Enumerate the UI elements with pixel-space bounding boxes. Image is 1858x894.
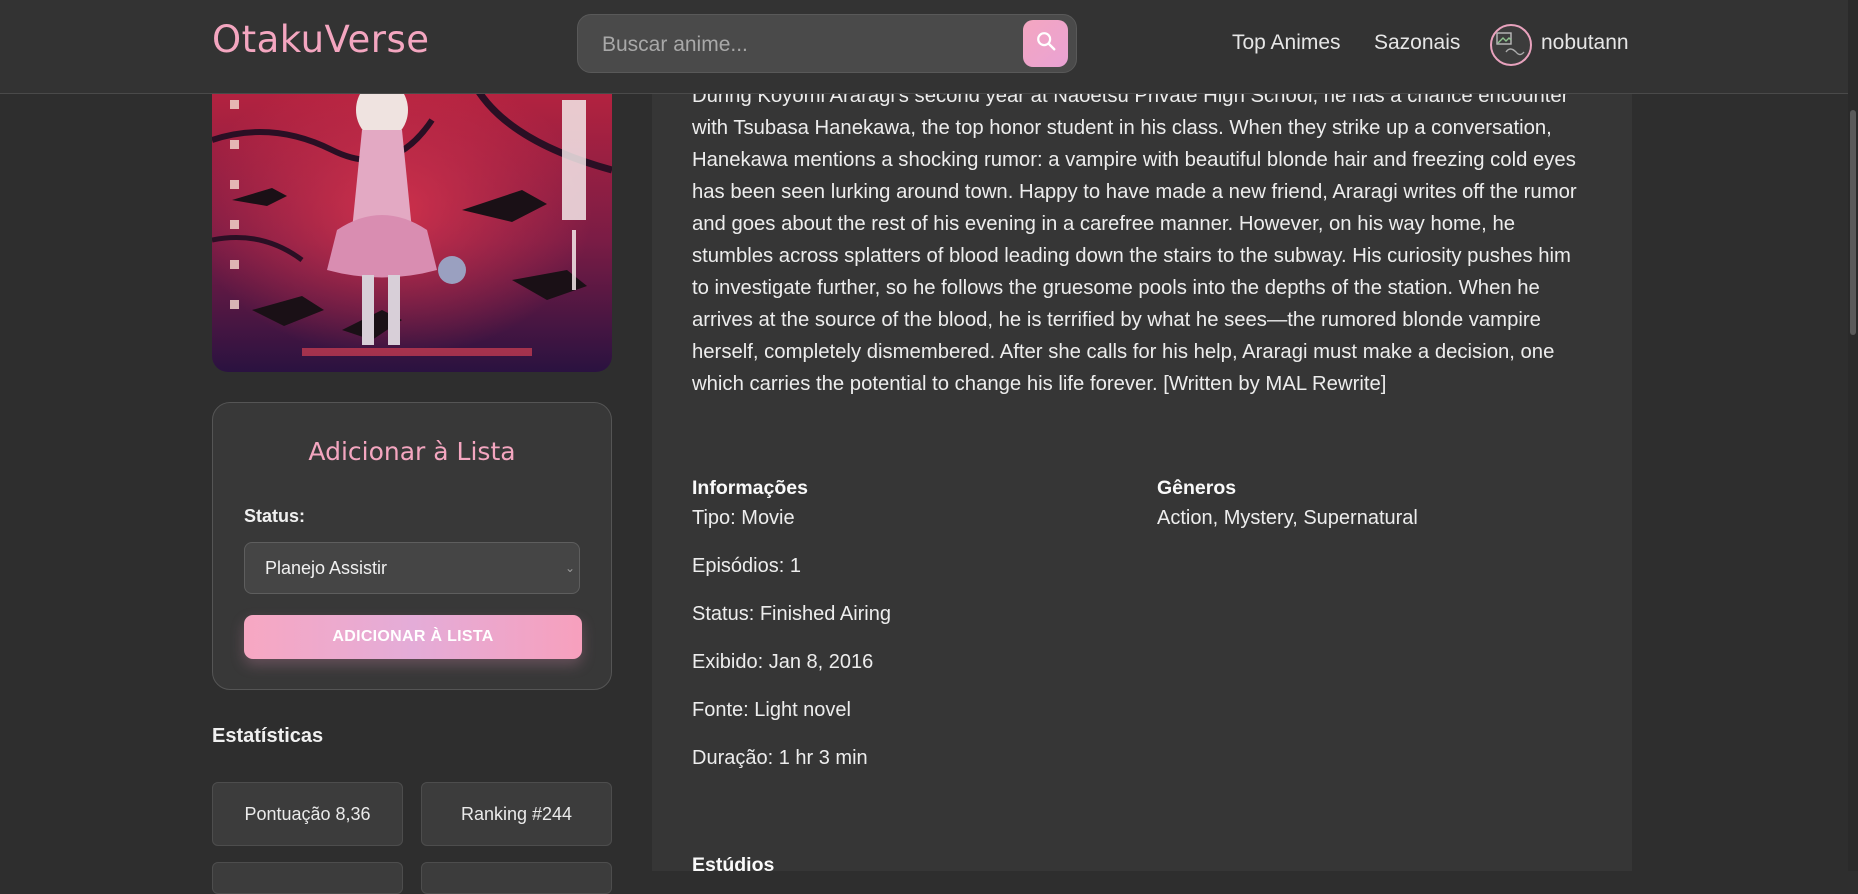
info-heading: Informações [692,477,808,499]
add-to-list-button[interactable]: ADICIONAR À LISTA [244,615,582,659]
status-select[interactable]: Planejo Assistir ⌄ [244,542,580,594]
avatar[interactable] [1490,24,1532,66]
search-button[interactable] [1023,20,1068,67]
info-source: Fonte: Light novel [692,699,851,721]
search-bar [577,14,1077,74]
nav-sazonais[interactable]: Sazonais [1374,31,1460,55]
add-to-list-card: Adicionar à Lista Status: Planejo Assist… [212,402,612,690]
search-icon [1035,30,1057,57]
scrollbar-thumb[interactable] [1850,110,1856,335]
status-select-value: Planejo Assistir [265,558,388,578]
info-status: Status: Finished Airing [692,603,891,625]
stat-box [212,862,403,894]
stat-ranking: Ranking #244 [421,782,612,846]
top-navbar: OtakuVerse Top Animes Sazonais nobutann [0,0,1848,94]
chevron-down-icon: ⌄ [564,561,575,575]
site-logo[interactable]: OtakuVerse [212,18,430,61]
stats-title: Estatísticas [212,725,324,747]
info-episodes: Episódios: 1 [692,555,801,577]
info-aired: Exibido: Jan 8, 2016 [692,651,874,673]
synopsis-text: During Koyomi Araragi's second year at N… [692,85,1577,395]
status-label: Status: [244,506,306,526]
username[interactable]: nobutann [1541,31,1629,55]
info-section: Informações Tipo: Movie Episódios: 1 Sta… [692,474,1112,790]
studios-heading: Estúdios [692,854,775,876]
page-scrollbar[interactable] [1848,0,1858,871]
genres-heading: Gêneros [1157,477,1237,499]
info-type: Tipo: Movie [692,507,795,529]
anime-poster-image [212,80,612,372]
genres-list: Action, Mystery, Supernatural [1157,507,1418,529]
nav-top-animes[interactable]: Top Animes [1232,31,1341,55]
add-to-list-title: Adicionar à Lista [308,437,516,466]
stat-box [421,862,612,894]
search-input[interactable] [600,15,1004,74]
genres-section: Gêneros Action, Mystery, Supernatural [1157,474,1597,550]
anime-poster [212,80,612,372]
stat-score: Pontuação 8,36 [212,782,403,846]
info-duration: Duração: 1 hr 3 min [692,747,868,769]
broken-image-icon [1496,32,1525,56]
